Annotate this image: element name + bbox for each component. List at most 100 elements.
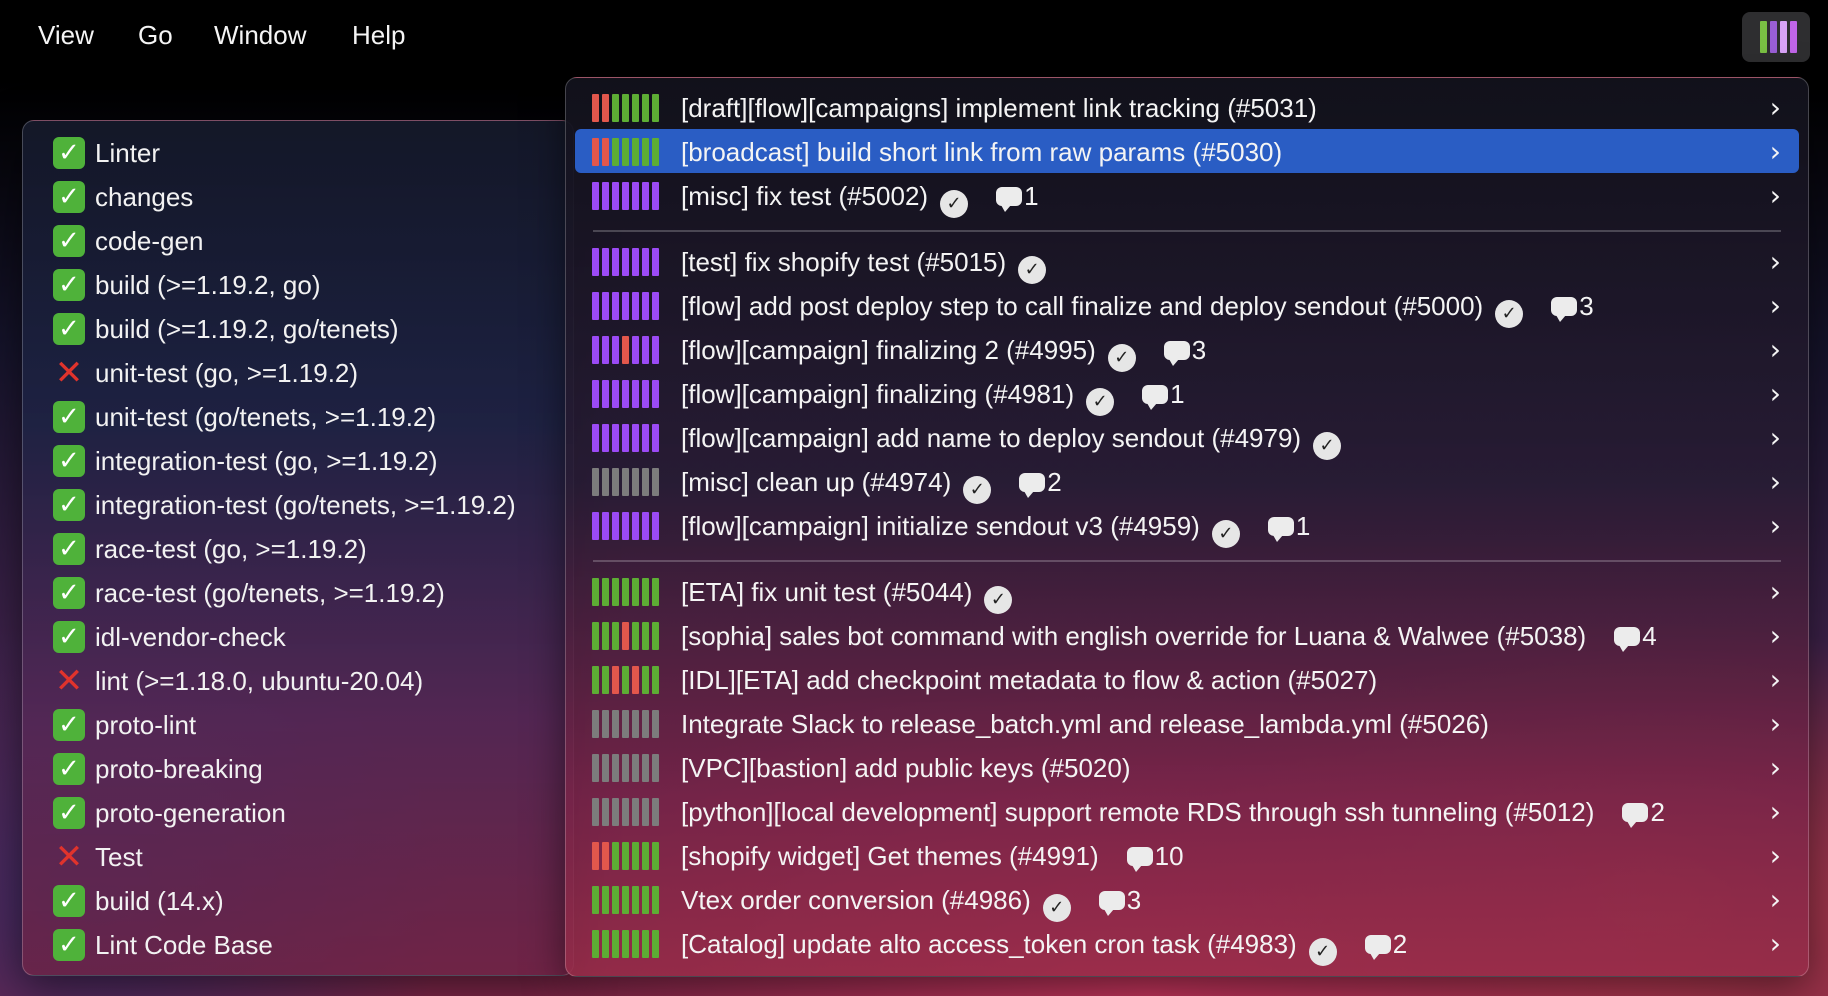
status-bar [652, 578, 659, 606]
check-item[interactable]: ✓ proto-lint [23, 703, 573, 747]
check-label: code-gen [95, 226, 204, 256]
check-item[interactable]: ✓ build (>=1.19.2, go/tenets) [23, 307, 573, 351]
chevron-right-icon: › [1769, 289, 1781, 322]
pull-request-item[interactable]: [ETA] fix unit test (#5044) ✓ › [575, 569, 1799, 614]
pull-request-item[interactable]: [flow][campaign] add name to deploy send… [575, 415, 1799, 460]
pull-request-item[interactable]: [flow][campaign] finalizing (#4981) ✓ 1 › [575, 371, 1799, 416]
pull-request-item[interactable]: [test] fix shopify test (#5015) ✓ › [575, 239, 1799, 284]
check-item[interactable]: ✓ build (14.x) [23, 879, 573, 923]
check-label: changes [95, 182, 194, 212]
verified-check-icon: ✓ [984, 586, 1013, 614]
menu-separator [593, 560, 1781, 562]
pull-request-item[interactable]: [flow] add post deploy step to call fina… [575, 283, 1799, 328]
menu-view[interactable]: View [38, 20, 94, 51]
chevron-right-icon: › [1769, 927, 1781, 960]
check-item[interactable]: ✓ integration-test (go/tenets, >=1.19.2) [23, 483, 573, 527]
status-bar [602, 754, 609, 782]
chevron-right-icon: › [1769, 575, 1781, 608]
pull-request-item[interactable]: [VPC][bastion] add public keys (#5020) › [575, 745, 1799, 789]
check-item[interactable]: ✓ proto-generation [23, 791, 573, 835]
check-item[interactable]: ✕ lint (>=1.18.0, ubuntu-20.04) [23, 659, 573, 703]
check-status-bars [592, 842, 672, 870]
status-bar [642, 138, 649, 166]
menu-help[interactable]: Help [352, 20, 405, 51]
status-bar [602, 798, 609, 826]
pull-request-item[interactable]: [sophia] sales bot command with english … [575, 613, 1799, 657]
chevron-right-icon: › [1769, 839, 1781, 872]
pull-request-title: [misc] clean up (#4974) ✓ 2 [681, 467, 1062, 504]
comment-bubble-icon [1267, 517, 1294, 542]
check-item[interactable]: ✓ race-test (go, >=1.19.2) [23, 527, 573, 571]
pull-request-item[interactable]: Integrate Slack to release_batch.yml and… [575, 701, 1799, 745]
comment-count-value: 3 [1126, 885, 1142, 915]
comment-count-value: 10 [1154, 841, 1184, 871]
pull-request-title-text: [misc] fix test (#5002) [681, 181, 929, 211]
status-bar [592, 248, 599, 276]
status-bar [612, 754, 619, 782]
status-bar [622, 578, 629, 606]
status-bar [622, 138, 629, 166]
check-item[interactable]: ✓ Lint Code Base [23, 923, 573, 967]
check-item[interactable]: ✕ Test [23, 835, 573, 879]
green-check-icon: ✓ [53, 181, 85, 213]
check-item[interactable]: ✓ build (>=1.19.2, go) [23, 263, 573, 307]
status-bar [622, 336, 629, 364]
status-bar [592, 138, 599, 166]
status-bar [602, 248, 609, 276]
check-item[interactable]: ✓ changes [23, 175, 573, 219]
comment-count: 4 [1614, 621, 1657, 652]
check-item[interactable]: ✓ integration-test (go, >=1.19.2) [23, 439, 573, 483]
check-status-bars [592, 336, 672, 364]
check-item[interactable]: ✓ unit-test (go/tenets, >=1.19.2) [23, 395, 573, 439]
check-item[interactable]: ✓ code-gen [23, 219, 573, 263]
check-item[interactable]: ✓ proto-breaking [23, 747, 573, 791]
pull-request-item[interactable]: [IDL][ETA] add checkpoint metadata to fl… [575, 657, 1799, 701]
pull-request-item[interactable]: [flow][campaign] finalizing 2 (#4995) ✓ 3 › [575, 327, 1799, 372]
status-bar [622, 512, 629, 540]
check-status-bars [592, 666, 672, 694]
status-bar [602, 886, 609, 914]
check-status-bars [592, 292, 672, 320]
status-bar [602, 842, 609, 870]
status-bar [622, 292, 629, 320]
status-bar [602, 666, 609, 694]
check-item[interactable]: ✓ Linter [23, 131, 573, 175]
status-bar [1770, 21, 1777, 53]
pull-request-item[interactable]: [draft][flow][campaigns] implement link … [575, 85, 1799, 129]
check-item[interactable]: ✓ race-test (go/tenets, >=1.19.2) [23, 571, 573, 615]
menu-go[interactable]: Go [138, 20, 173, 51]
status-bar [632, 930, 639, 958]
check-item[interactable]: ✕ unit-test (go, >=1.19.2) [23, 351, 573, 395]
pull-request-item[interactable]: [Catalog] update alto access_token cron … [575, 921, 1799, 966]
pull-request-item[interactable]: [misc] fix test (#5002) ✓ 1 › [575, 173, 1799, 218]
check-status-bars [592, 138, 672, 166]
verified-check-icon: ✓ [1086, 388, 1115, 416]
status-bar [612, 930, 619, 958]
status-bar [642, 380, 649, 408]
status-bar [602, 512, 609, 540]
status-bar [652, 754, 659, 782]
pull-request-item[interactable]: [misc] clean up (#4974) ✓ 2 › [575, 459, 1799, 504]
status-bar [602, 336, 609, 364]
status-bar [602, 292, 609, 320]
status-bar [632, 512, 639, 540]
status-bar [632, 424, 639, 452]
status-bar [592, 468, 599, 496]
status-bar [642, 424, 649, 452]
status-bar [592, 886, 599, 914]
pull-request-title-text: [flow][campaign] initialize sendout v3 (… [681, 511, 1200, 541]
pull-request-item[interactable]: [flow][campaign] initialize sendout v3 (… [575, 503, 1799, 548]
green-check-icon: ✓ [53, 137, 85, 169]
menu-window[interactable]: Window [214, 20, 306, 51]
pull-request-item[interactable]: Vtex order conversion (#4986) ✓ 3 › [575, 877, 1799, 922]
pull-request-title-text: [draft][flow][campaigns] implement link … [681, 93, 1317, 123]
pull-request-item[interactable]: [broadcast] build short link from raw pa… [575, 129, 1799, 173]
check-item[interactable]: ✓ idl-vendor-check [23, 615, 573, 659]
bars-status-icon[interactable] [1742, 12, 1810, 62]
pull-request-title-text: [flow][campaign] finalizing (#4981) [681, 379, 1075, 409]
check-label: proto-breaking [95, 754, 263, 784]
pull-request-title: [flow] add post deploy step to call fina… [681, 291, 1594, 328]
pull-request-item[interactable]: [shopify widget] Get themes (#4991) 10 › [575, 833, 1799, 877]
status-bar [622, 424, 629, 452]
pull-request-item[interactable]: [python][local development] support remo… [575, 789, 1799, 833]
